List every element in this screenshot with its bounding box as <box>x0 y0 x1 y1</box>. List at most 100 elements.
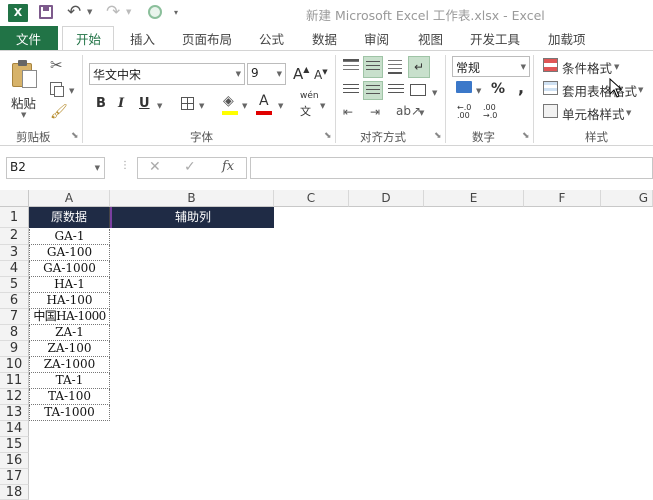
italic-icon[interactable]: I <box>118 96 124 111</box>
conditional-format-icon[interactable] <box>543 58 558 72</box>
tab-view[interactable]: 视图 <box>418 29 443 48</box>
row-header[interactable]: 10 <box>0 357 29 373</box>
tab-developer[interactable]: 开发工具 <box>470 29 520 48</box>
row-header[interactable]: 5 <box>0 277 29 293</box>
redo-icon[interactable]: ↷ <box>106 2 120 22</box>
fill-color-icon[interactable]: ◈ <box>223 93 234 109</box>
row-header[interactable]: 7 <box>0 309 29 325</box>
data-cell[interactable]: GA-100 <box>29 245 110 261</box>
align-left-icon[interactable] <box>343 84 359 96</box>
data-cell[interactable]: GA-1000 <box>29 261 110 277</box>
row-header[interactable]: 14 <box>0 421 29 437</box>
font-launcher-icon[interactable]: ⬊ <box>324 131 332 141</box>
row-header[interactable]: 11 <box>0 373 29 389</box>
data-cell[interactable]: 中国HA-1000 <box>29 309 110 325</box>
underline-dropdown-icon[interactable]: ▼ <box>157 102 162 110</box>
row-header[interactable]: 9 <box>0 341 29 357</box>
merge-center-icon[interactable] <box>410 84 426 96</box>
data-cell[interactable]: HA-1 <box>29 277 110 293</box>
row-header[interactable]: 17 <box>0 469 29 485</box>
row-header[interactable]: 3 <box>0 245 29 261</box>
tab-review[interactable]: 审阅 <box>364 29 389 48</box>
cell-b1[interactable]: 辅助列 <box>110 207 274 228</box>
column-header-g[interactable]: G <box>601 190 653 207</box>
orientation-dropdown-icon[interactable]: ▼ <box>419 109 424 117</box>
copy-icon[interactable] <box>50 82 64 97</box>
border-icon[interactable] <box>181 97 194 110</box>
cell-style-icon[interactable] <box>543 104 558 118</box>
row-header[interactable]: 4 <box>0 261 29 277</box>
save-icon[interactable] <box>39 5 53 19</box>
tab-page-layout[interactable]: 页面布局 <box>182 29 232 48</box>
clipboard-launcher-icon[interactable]: ⬊ <box>71 131 79 141</box>
cond-format-dropdown-icon[interactable]: ▼ <box>614 63 619 71</box>
redo-dropdown-icon[interactable]: ▼ <box>126 8 131 16</box>
data-cell[interactable]: ZA-1 <box>29 325 110 341</box>
tab-home-label[interactable]: 开始 <box>76 29 101 48</box>
undo-icon[interactable]: ↶ <box>67 2 81 22</box>
row-header[interactable]: 15 <box>0 437 29 453</box>
tab-data[interactable]: 数据 <box>312 29 337 48</box>
data-cell[interactable]: HA-100 <box>29 293 110 309</box>
cell-style-button[interactable]: 单元格样式 <box>562 104 625 123</box>
decrease-font-icon[interactable]: A▼ <box>314 68 328 82</box>
font-size-dropdown[interactable]: 9 ▼ <box>247 63 286 85</box>
comma-button[interactable]: , <box>518 78 524 97</box>
font-color-icon[interactable]: A <box>259 93 269 109</box>
quick-access-customize-icon[interactable]: ▾ <box>174 8 178 17</box>
bold-icon[interactable]: B <box>96 96 106 111</box>
decrease-decimal-icon[interactable]: .00 →.0 <box>483 104 497 120</box>
wrap-text-icon[interactable]: ↵ <box>408 56 430 78</box>
row-header[interactable]: 13 <box>0 405 29 421</box>
data-cell[interactable]: TA-1000 <box>29 405 110 421</box>
tab-insert[interactable]: 插入 <box>130 29 155 48</box>
decrease-indent-icon[interactable]: ⇤ <box>343 105 353 119</box>
data-cell[interactable]: GA-1 <box>29 229 110 245</box>
phonetic-icon[interactable]: wén <box>300 91 319 101</box>
increase-decimal-icon[interactable]: ←.0.00 <box>457 104 471 120</box>
font-color-dropdown-icon[interactable]: ▼ <box>278 102 283 110</box>
table-format-button[interactable]: 套用表格格式 <box>562 81 637 100</box>
row-header[interactable]: 1 <box>0 207 29 228</box>
merge-dropdown-icon[interactable]: ▼ <box>432 89 437 97</box>
column-header-a[interactable]: A <box>29 190 110 207</box>
column-header-e[interactable]: E <box>424 190 524 207</box>
row-header[interactable]: 16 <box>0 453 29 469</box>
row-header[interactable]: 18 <box>0 485 29 500</box>
font-name-dropdown[interactable]: 华文中宋 ▼ <box>89 63 245 85</box>
tab-formulas[interactable]: 公式 <box>259 29 284 48</box>
paste-button[interactable]: 粘贴 <box>11 93 36 112</box>
increase-font-icon[interactable]: A▲ <box>293 65 309 83</box>
row-header[interactable]: 12 <box>0 389 29 405</box>
tab-addins[interactable]: 加载项 <box>548 29 586 48</box>
accounting-icon[interactable] <box>456 81 472 93</box>
copy-dropdown-icon[interactable]: ▼ <box>69 87 74 95</box>
paste-dropdown-icon[interactable]: ▼ <box>21 111 26 119</box>
conditional-format-button[interactable]: 条件格式 <box>562 58 612 77</box>
paste-icon[interactable] <box>12 59 38 89</box>
format-painter-icon[interactable]: 🖌 <box>50 104 68 120</box>
phonetic-dropdown-icon[interactable]: ▼ <box>320 102 325 110</box>
accounting-dropdown-icon[interactable]: ▼ <box>476 87 481 95</box>
select-all-corner[interactable] <box>0 190 29 207</box>
name-box[interactable]: B2 ▼ <box>6 157 105 179</box>
column-header-b[interactable]: B <box>110 190 274 207</box>
data-cell[interactable]: ZA-1000 <box>29 357 110 373</box>
enter-icon[interactable]: ✓ <box>184 159 196 175</box>
data-cell[interactable]: TA-100 <box>29 389 110 405</box>
tab-file-label[interactable]: 文件 <box>16 29 41 48</box>
circle-icon[interactable] <box>148 5 162 19</box>
table-format-dropdown-icon[interactable]: ▼ <box>638 86 643 94</box>
number-launcher-icon[interactable]: ⬊ <box>522 131 530 141</box>
cell-style-dropdown-icon[interactable]: ▼ <box>626 109 631 117</box>
fill-dropdown-icon[interactable]: ▼ <box>242 102 247 110</box>
column-header-d[interactable]: D <box>349 190 424 207</box>
increase-indent-icon[interactable]: ⇥ <box>370 105 380 119</box>
underline-icon[interactable]: U <box>139 96 150 111</box>
align-top-icon[interactable] <box>343 59 359 73</box>
formula-input[interactable] <box>250 157 653 179</box>
percent-button[interactable]: % <box>491 81 505 97</box>
border-dropdown-icon[interactable]: ▼ <box>199 102 204 110</box>
row-header[interactable]: 8 <box>0 325 29 341</box>
undo-dropdown-icon[interactable]: ▼ <box>87 8 92 16</box>
